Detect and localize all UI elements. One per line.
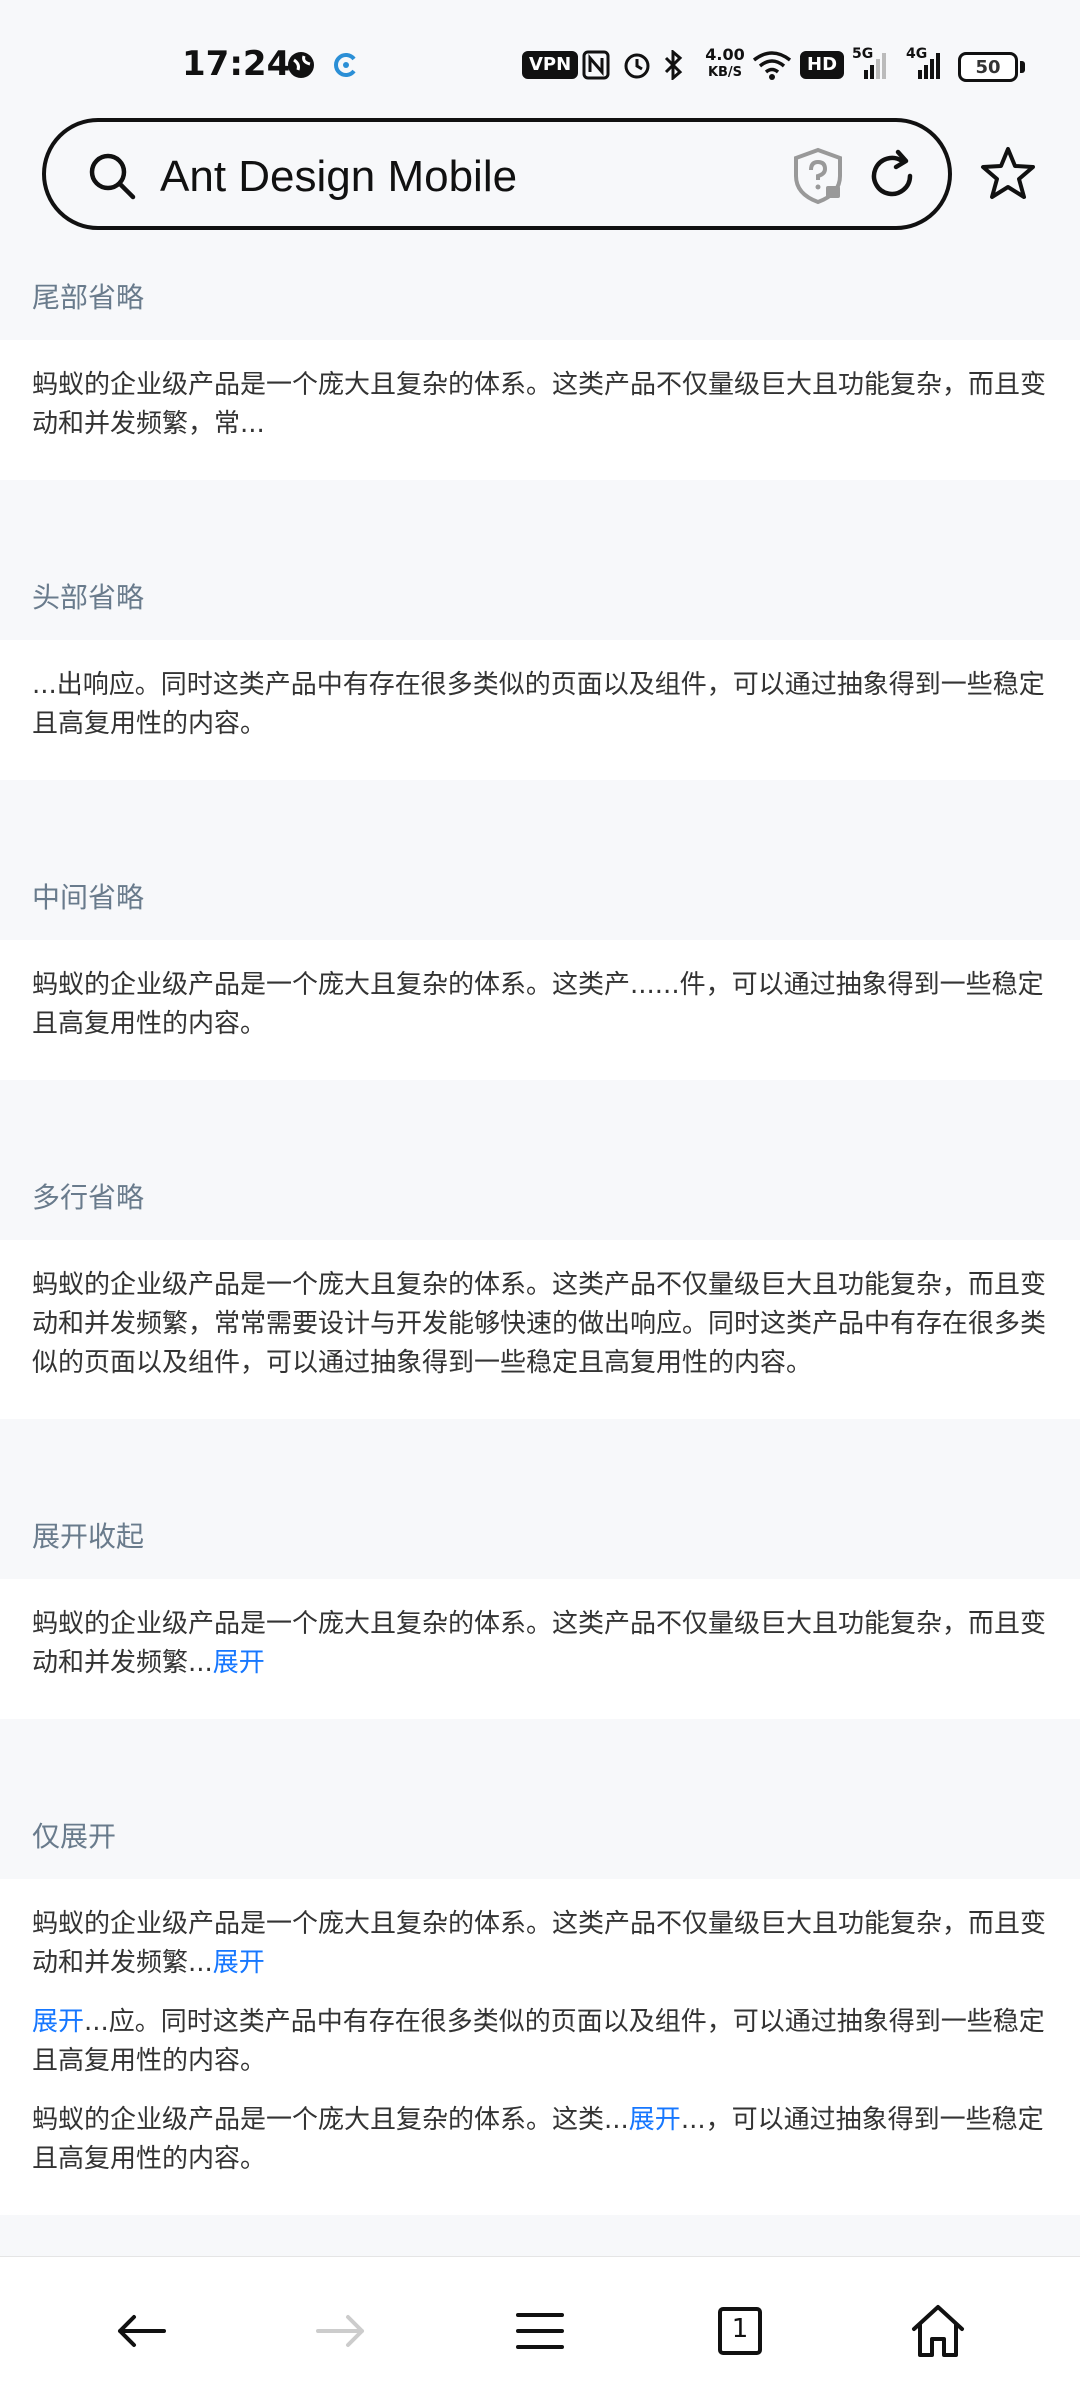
address-text[interactable]: Ant Design Mobile (160, 152, 517, 202)
expand-link[interactable]: 展开 (32, 2007, 84, 2037)
ellipsis-demo-list: 尾部省略蚂蚁的企业级产品是一个庞大且复杂的体系。这类产品不仅量级巨大且功能复杂，… (0, 240, 1080, 2215)
ellipsis-text: 蚂蚁的企业级产品是一个庞大且复杂的体系。这类产品不仅量级巨大且功能复杂，而且变动… (32, 1905, 1048, 1983)
battery-level: 50 (975, 56, 1001, 78)
status-bar: 17:24 VPN 4.00 KB/S HD 5G 4G 50 (0, 0, 1080, 120)
bluetooth-icon (660, 50, 686, 80)
address-bar[interactable]: Ant Design Mobile (42, 118, 952, 230)
text-fragment: 蚂蚁的企业级产品是一个庞大且复杂的体系。这类产......件，可以通过抽象得到一… (32, 970, 1044, 1039)
section-title: 中间省略 (0, 840, 1080, 940)
back-icon[interactable] (112, 2301, 172, 2361)
wifi-icon (752, 50, 792, 80)
section-body: ...出响应。同时这类产品中有存在很多类似的页面以及组件，可以通过抽象得到一些稳… (0, 640, 1080, 780)
alarm-icon (622, 50, 652, 80)
section-title: 展开收起 (0, 1479, 1080, 1579)
vpn-label: VPN (522, 51, 579, 79)
hd-icon: HD (800, 50, 845, 80)
forward-icon[interactable] (310, 2301, 370, 2361)
net-speed-unit: KB/S (707, 65, 743, 80)
section-gap (0, 780, 1080, 840)
section-body: 蚂蚁的企业级产品是一个庞大且复杂的体系。这类产品不仅量级巨大且功能复杂，而且变动… (0, 1240, 1080, 1419)
tab-count: 1 (731, 2314, 749, 2344)
battery-icon: 50 (958, 52, 1018, 82)
expand-link[interactable]: 展开 (213, 1948, 265, 1978)
shield-question-icon[interactable] (790, 146, 846, 206)
network-speed: 4.00 KB/S (700, 46, 750, 82)
menu-icon[interactable] (510, 2301, 570, 2361)
signal-5g-icon: 5G (850, 46, 890, 80)
text-fragment: 蚂蚁的企业级产品是一个庞大且复杂的体系。这类产品不仅量级巨大且功能复杂，而且变动… (32, 370, 1047, 439)
ellipsis-text: 蚂蚁的企业级产品是一个庞大且复杂的体系。这类产品不仅量级巨大且功能复杂，而且变动… (32, 366, 1048, 444)
section-gap (0, 1080, 1080, 1140)
bottom-nav: 1 (0, 2256, 1080, 2400)
net-speed-value: 4.00 (705, 45, 745, 64)
section-title: 多行省略 (0, 1140, 1080, 1240)
text-fragment: 蚂蚁的企业级产品是一个庞大且复杂的体系。这类产品不仅量级巨大且功能复杂，而且变动… (32, 1609, 1047, 1678)
section-title: 尾部省略 (0, 240, 1080, 340)
ellipsis-text: 展开...应。同时这类产品中有存在很多类似的页面以及组件，可以通过抽象得到一些稳… (32, 2003, 1048, 2081)
ellipsis-text: 蚂蚁的企业级产品是一个庞大且复杂的体系。这类产品不仅量级巨大且功能复杂，而且变动… (32, 1605, 1048, 1683)
signal-5g-label: 5G (852, 46, 874, 62)
text-fragment: ...应。同时这类产品中有存在很多类似的页面以及组件，可以通过抽象得到一些稳定且… (32, 2007, 1045, 2076)
section-title: 仅展开 (0, 1779, 1080, 1879)
battery-tip (1020, 61, 1025, 73)
text-fragment: 蚂蚁的企业级产品是一个庞大且复杂的体系。这类产品不仅量级巨大且功能复杂，而且变动… (32, 1909, 1047, 1978)
text-fragment: ...出响应。同时这类产品中有存在很多类似的页面以及组件，可以通过抽象得到一些稳… (32, 670, 1045, 739)
home-icon[interactable] (908, 2301, 968, 2361)
section-body: 蚂蚁的企业级产品是一个庞大且复杂的体系。这类产品不仅量级巨大且功能复杂，而且变动… (0, 1879, 1080, 2215)
ellipsis-text: ...出响应。同时这类产品中有存在很多类似的页面以及组件，可以通过抽象得到一些稳… (32, 666, 1048, 744)
section-gap (0, 1419, 1080, 1479)
section-body: 蚂蚁的企业级产品是一个庞大且复杂的体系。这类产......件，可以通过抽象得到一… (0, 940, 1080, 1080)
text-fragment: 蚂蚁的企业级产品是一个庞大且复杂的体系。这类产品不仅量级巨大且功能复杂，而且变动… (32, 1270, 1047, 1378)
text-fragment: 蚂蚁的企业级产品是一个庞大且复杂的体系。这类... (32, 2105, 629, 2135)
signal-4g-icon: 4G (904, 46, 948, 80)
globe-icon (286, 50, 316, 80)
reload-icon[interactable] (864, 148, 920, 204)
signal-4g-label: 4G (906, 46, 928, 62)
ellipsis-text: 蚂蚁的企业级产品是一个庞大且复杂的体系。这类产......件，可以通过抽象得到一… (32, 966, 1048, 1044)
section-title: 头部省略 (0, 540, 1080, 640)
status-time: 17:24 (182, 44, 291, 84)
nfc-icon (582, 50, 610, 80)
expand-link[interactable]: 展开 (213, 1648, 265, 1678)
section-body: 蚂蚁的企业级产品是一个庞大且复杂的体系。这类产品不仅量级巨大且功能复杂，而且变动… (0, 1579, 1080, 1719)
section-body: 蚂蚁的企业级产品是一个庞大且复杂的体系。这类产品不仅量级巨大且功能复杂，而且变动… (0, 340, 1080, 480)
tabs-button[interactable]: 1 (710, 2301, 770, 2361)
ellipsis-text: 蚂蚁的企业级产品是一个庞大且复杂的体系。这类...展开...，可以通过抽象得到一… (32, 2101, 1048, 2179)
hd-label: HD (800, 51, 845, 79)
ellipsis-text: 蚂蚁的企业级产品是一个庞大且复杂的体系。这类产品不仅量级巨大且功能复杂，而且变动… (32, 1266, 1048, 1383)
expand-link[interactable]: 展开 (629, 2105, 681, 2135)
section-gap (0, 480, 1080, 540)
vpn-icon: VPN (522, 50, 579, 80)
search-icon (89, 153, 136, 200)
app-notification-icon (330, 50, 360, 80)
star-icon[interactable] (978, 144, 1038, 204)
section-gap (0, 1719, 1080, 1779)
